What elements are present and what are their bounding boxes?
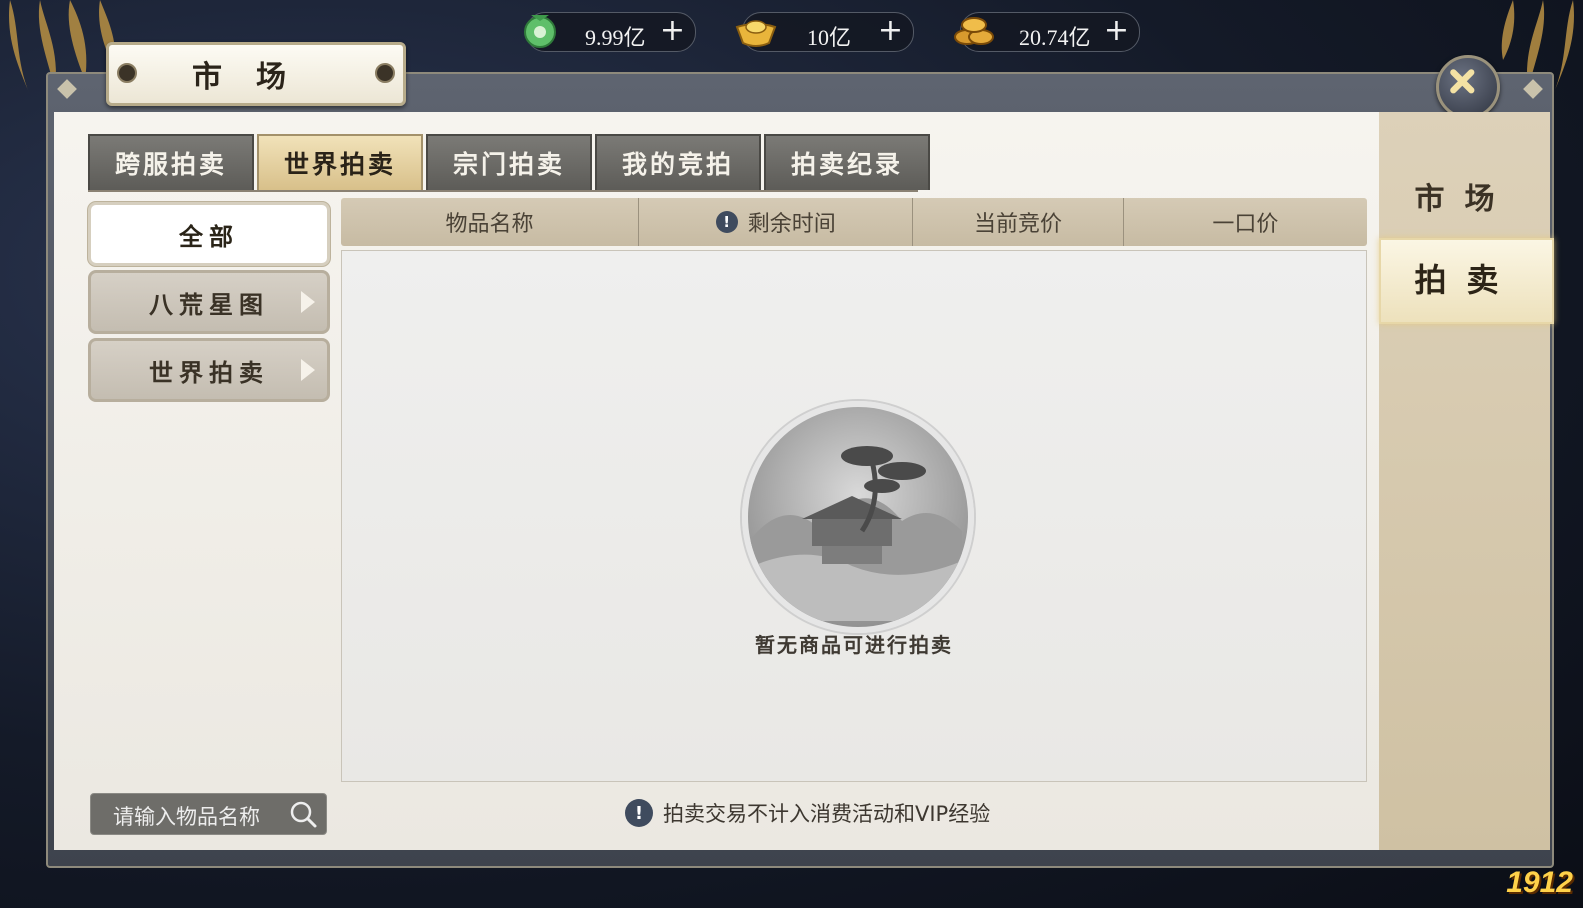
watermark-text: 1912: [1506, 866, 1573, 899]
info-icon[interactable]: !: [715, 211, 738, 233]
notice-text: 拍卖交易不计入消费活动和VIP经验: [663, 802, 991, 826]
frame-ornament: [57, 79, 77, 99]
column-current-bid[interactable]: 当前竞价: [913, 198, 1124, 246]
close-icon: [1450, 69, 1475, 94]
column-label: 一口价: [1212, 212, 1279, 237]
column-remaining-time[interactable]: ! 剩余时间: [639, 198, 914, 246]
side-tab-auction[interactable]: 拍卖: [1379, 238, 1554, 324]
jade-amount: 9.99亿: [585, 25, 646, 50]
search-icon[interactable]: [288, 799, 318, 829]
site-watermark-logo: 1912: [1506, 866, 1573, 900]
tab-auction-records[interactable]: 拍卖纪录: [764, 134, 930, 190]
category-all[interactable]: 全部: [88, 202, 330, 266]
auction-tabs: 跨服拍卖 世界拍卖 宗门拍卖 我的竞拍 拍卖纪录: [88, 134, 933, 192]
currency-copper: 20.74亿 +: [954, 12, 1140, 52]
gold-amount: 10亿: [807, 25, 852, 50]
chevron-right-icon: [301, 359, 315, 381]
copper-coins-icon: [954, 17, 994, 45]
info-icon: !: [625, 799, 653, 827]
close-button[interactable]: [1436, 55, 1500, 119]
category-label: 八荒星图: [149, 289, 269, 319]
window-title-text: 市场: [192, 60, 320, 95]
chevron-right-icon: [301, 291, 315, 313]
category-world-auction[interactable]: 世界拍卖: [88, 338, 330, 402]
search-placeholder: 请输入物品名称: [113, 805, 260, 829]
tab-my-bids[interactable]: 我的竞拍: [595, 134, 761, 190]
plaque-rivet: [117, 63, 137, 83]
side-tab-market[interactable]: 市场: [1379, 170, 1550, 230]
tab-world-auction[interactable]: 世界拍卖: [257, 134, 423, 190]
add-jade-button[interactable]: +: [660, 15, 685, 47]
add-gold-button[interactable]: +: [878, 15, 903, 47]
column-label: 当前竞价: [974, 212, 1063, 237]
window-title: 市场: [106, 42, 406, 106]
column-label: 剩余时间: [747, 212, 836, 237]
category-label: 全部: [179, 221, 239, 251]
plaque-rivet: [375, 63, 395, 83]
copper-amount: 20.74亿: [1019, 25, 1091, 50]
empty-state-illustration: [742, 401, 974, 633]
add-copper-button[interactable]: +: [1104, 15, 1129, 47]
category-label: 世界拍卖: [149, 357, 269, 387]
currency-gold: 10亿 +: [735, 12, 914, 52]
column-item-name[interactable]: 物品名称: [341, 198, 640, 246]
auction-list: 暂无商品可进行拍卖: [341, 250, 1367, 782]
jade-coin-icon: [524, 15, 556, 48]
empty-state-text: 暂无商品可进行拍卖: [755, 633, 953, 657]
category-star-map[interactable]: 八荒星图: [88, 270, 330, 334]
currency-jade: 9.99亿 +: [524, 12, 696, 52]
column-buyout-price[interactable]: 一口价: [1124, 198, 1367, 246]
side-tab-bar: 市场 拍卖: [1379, 112, 1554, 850]
auction-notice: ! 拍卖交易不计入消费活动和VIP经验: [625, 798, 990, 828]
tab-sect-auction[interactable]: 宗门拍卖: [426, 134, 592, 190]
table-header: 物品名称 ! 剩余时间 当前竞价 一口价: [341, 198, 1367, 246]
tab-cross-server-auction[interactable]: 跨服拍卖: [88, 134, 254, 190]
tabs-divider: [88, 190, 918, 192]
frame-ornament: [1523, 79, 1543, 99]
search-input[interactable]: 请输入物品名称: [90, 793, 327, 835]
gold-ingot-icon: [735, 20, 777, 47]
column-label: 物品名称: [445, 212, 534, 237]
